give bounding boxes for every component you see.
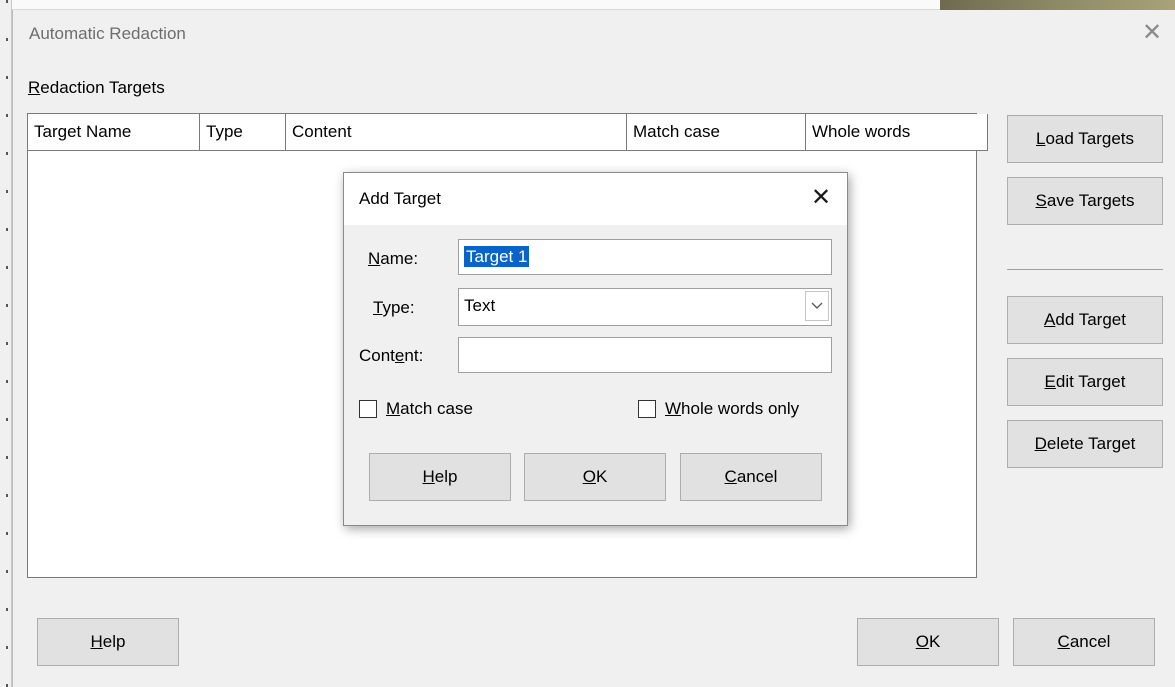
background-window-edge <box>0 0 12 687</box>
ok-button[interactable]: OK <box>857 618 999 666</box>
content-input[interactable] <box>458 337 832 373</box>
delete-target-button[interactable]: Delete Target <box>1007 420 1163 468</box>
column-header-content[interactable]: Content <box>286 114 627 150</box>
type-select[interactable]: Text <box>458 288 832 326</box>
match-case-checkbox[interactable]: Match case <box>359 399 473 419</box>
help-button[interactable]: Help <box>37 618 179 666</box>
name-label: Name: <box>368 249 419 268</box>
background-desktop-strip <box>940 0 1175 10</box>
close-icon[interactable]: ✕ <box>806 183 836 213</box>
redaction-targets-label: Redaction Targets <box>28 78 165 97</box>
type-label: Type: <box>373 298 415 317</box>
whole-words-checkbox[interactable]: Whole words only <box>638 399 799 419</box>
dialog-title: Automatic Redaction <box>29 24 186 43</box>
cancel-button[interactable]: Cancel <box>1013 618 1155 666</box>
type-select-value: Text <box>464 296 496 315</box>
button-separator <box>1007 269 1163 270</box>
add-target-ok-button[interactable]: OK <box>524 453 666 501</box>
load-targets-button[interactable]: Load Targets <box>1007 115 1163 163</box>
edit-target-button[interactable]: Edit Target <box>1007 358 1163 406</box>
name-input[interactable]: Target 1 <box>458 239 832 275</box>
match-case-box[interactable] <box>359 400 377 418</box>
add-target-dialog: Add Target ✕ Name: Target 1 Type: Text C… <box>343 172 848 526</box>
table-header: Target Name Type Content Match case Whol… <box>28 114 988 151</box>
add-target-button[interactable]: Add Target <box>1007 296 1163 344</box>
close-icon[interactable]: ✕ <box>1137 18 1167 48</box>
content-label: Content: <box>359 346 424 365</box>
add-target-titlebar: Add Target ✕ <box>344 173 847 225</box>
column-header-whole-words[interactable]: Whole words <box>806 114 988 150</box>
name-input-value: Target 1 <box>464 246 530 267</box>
save-targets-button[interactable]: Save Targets <box>1007 177 1163 225</box>
column-header-match-case[interactable]: Match case <box>627 114 806 150</box>
add-target-title: Add Target <box>359 189 441 208</box>
whole-words-box[interactable] <box>638 400 656 418</box>
column-header-target-name[interactable]: Target Name <box>28 114 200 150</box>
add-target-cancel-button[interactable]: Cancel <box>680 453 822 501</box>
column-header-type[interactable]: Type <box>200 114 286 150</box>
chevron-down-icon[interactable] <box>805 291 829 321</box>
add-target-help-button[interactable]: Help <box>369 453 511 501</box>
